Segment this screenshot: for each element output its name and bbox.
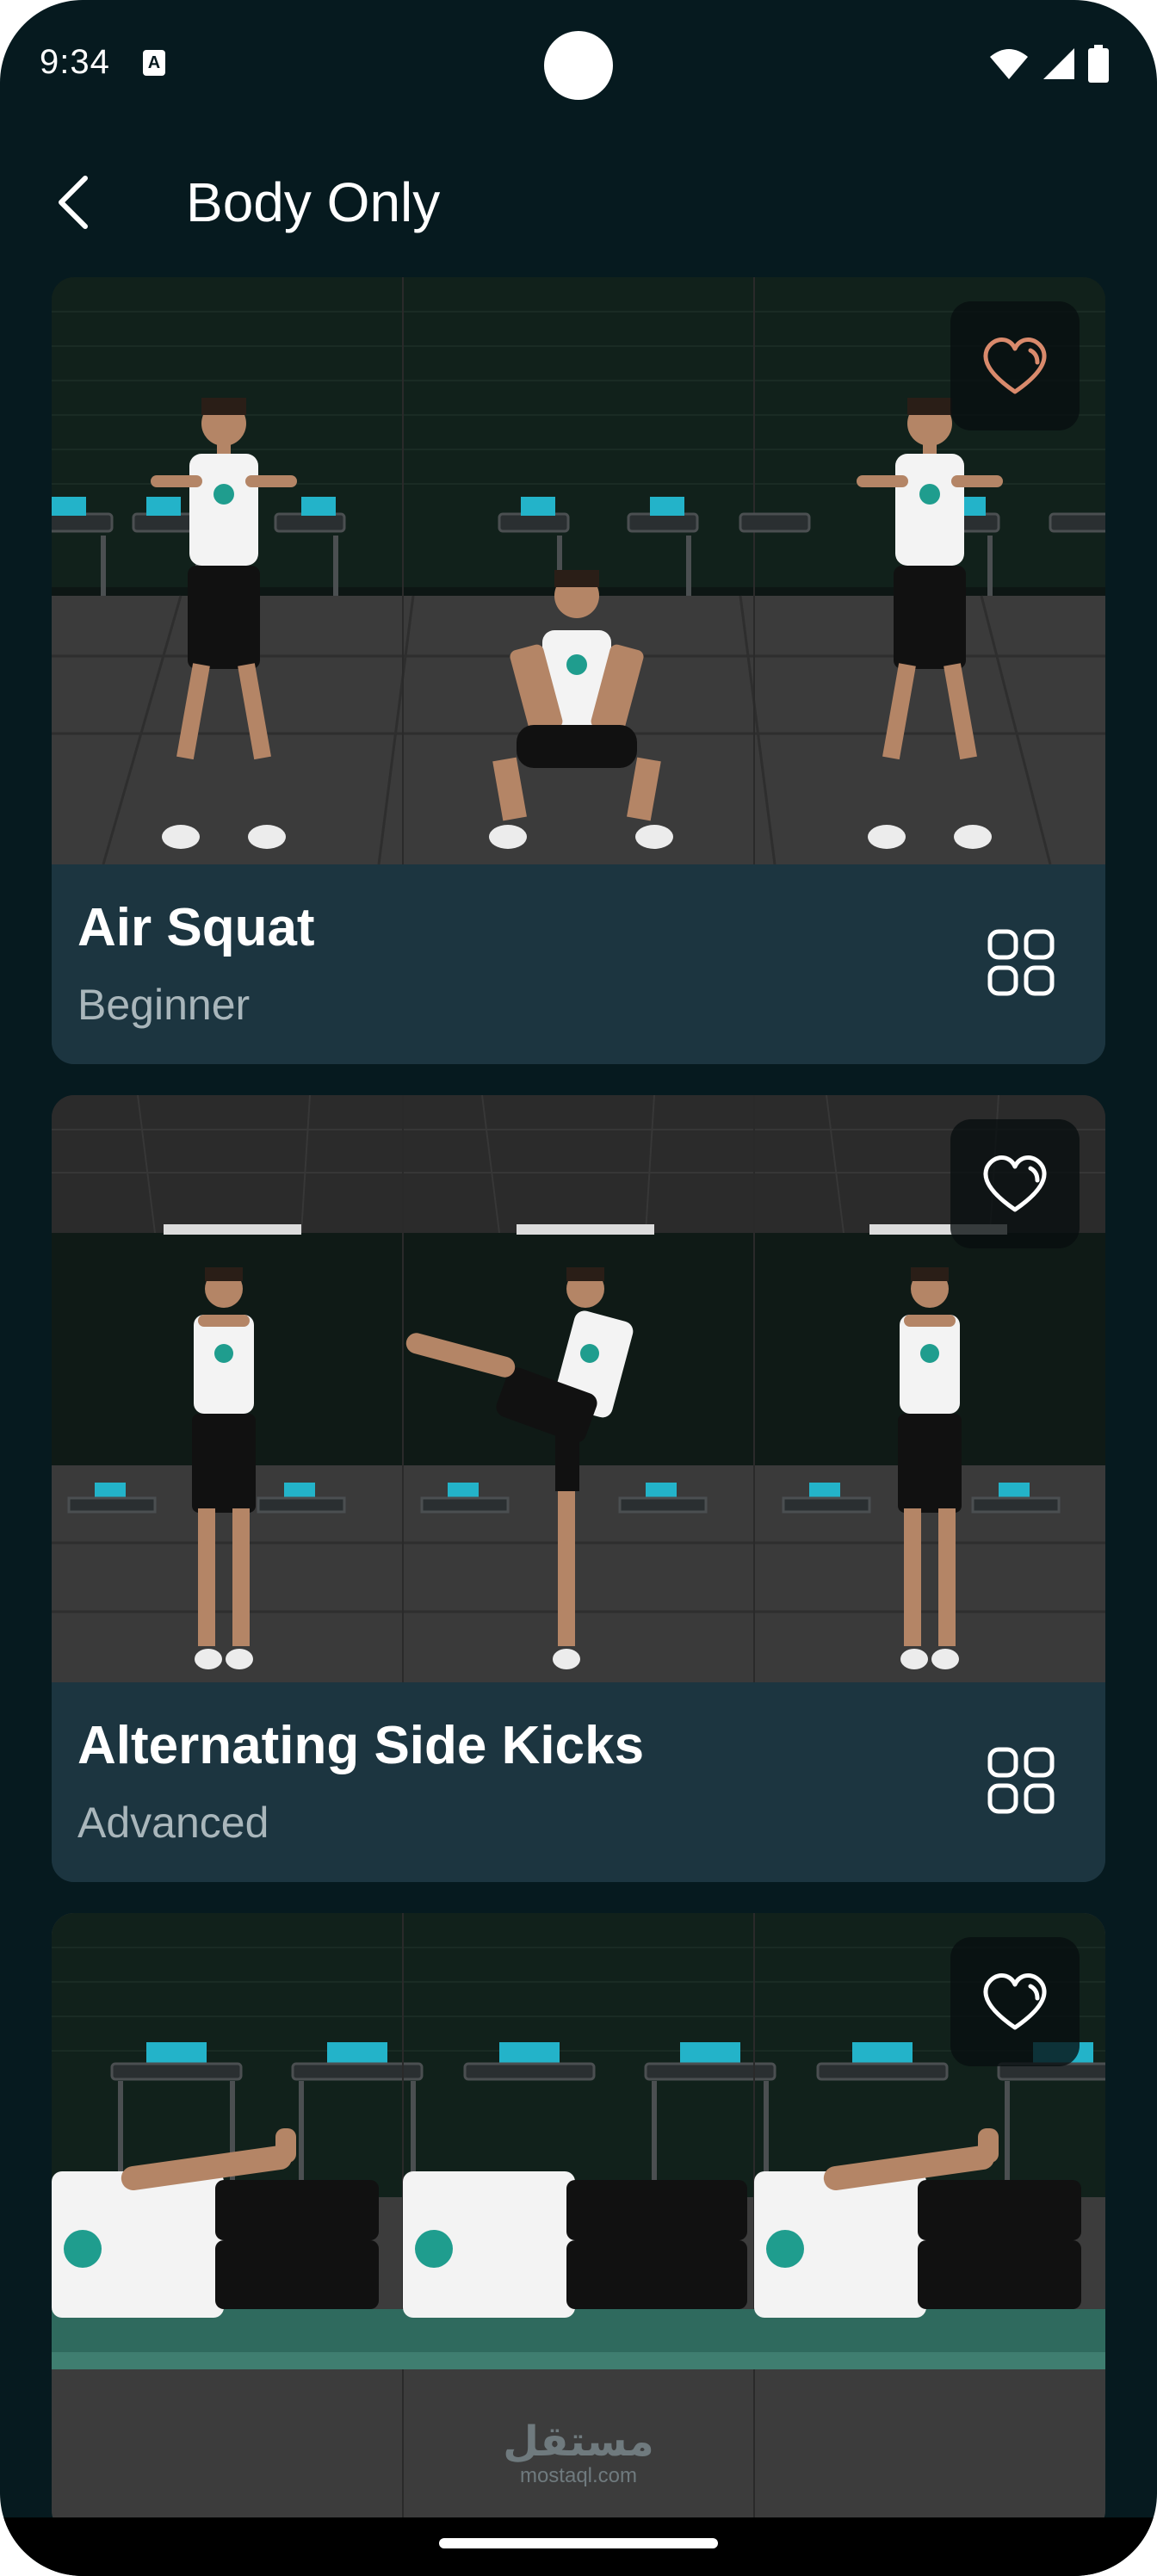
exercise-info: Alternating Side Kicks Advanced	[52, 1682, 1105, 1882]
exercise-preview-image	[52, 277, 1105, 864]
notification-icon: A	[143, 50, 165, 76]
exercise-card[interactable]: Alternating Side Kicks Advanced	[52, 1095, 1105, 1882]
heart-icon	[983, 1973, 1047, 2030]
exercise-name: Alternating Side Kicks	[77, 1716, 645, 1775]
exercise-level: Advanced	[77, 1799, 269, 1847]
camera-cutout	[544, 31, 613, 100]
back-button[interactable]	[43, 172, 103, 232]
status-icons	[988, 45, 1109, 83]
gym-scene-image	[52, 1095, 1105, 1682]
exercise-level: Beginner	[77, 981, 251, 1029]
phone-screen: 9:34 A Body Only Air Squat Beginner Alte…	[0, 0, 1157, 2576]
details-button[interactable]	[987, 928, 1055, 997]
status-time: 9:34	[40, 43, 110, 81]
heart-icon	[983, 337, 1047, 394]
grid-icon	[987, 929, 1055, 996]
exercise-preview-image	[52, 1095, 1105, 1682]
home-indicator[interactable]	[439, 2538, 718, 2548]
watermark-url: mostaql.com	[519, 2464, 638, 2487]
exercise-card[interactable]: Air Squat Beginner	[52, 277, 1105, 1064]
chevron-left-icon	[59, 176, 88, 229]
favorite-button[interactable]	[950, 1119, 1080, 1248]
exercise-name: Air Squat	[77, 898, 315, 957]
signal-icon	[1043, 48, 1074, 79]
watermark-logo: مستقل	[503, 2419, 654, 2465]
grid-icon	[987, 1747, 1055, 1814]
details-button[interactable]	[987, 1746, 1055, 1815]
page-title: Body Only	[186, 171, 441, 233]
favorite-button[interactable]	[950, 301, 1080, 430]
wifi-icon	[990, 49, 1028, 79]
heart-icon	[983, 1155, 1047, 1212]
favorite-button[interactable]	[950, 1937, 1080, 2066]
gym-scene-image	[52, 277, 1105, 864]
exercise-info: Air Squat Beginner	[52, 864, 1105, 1064]
app-bar: Body Only	[0, 146, 1157, 258]
status-bar: 9:34 A	[0, 0, 1157, 129]
battery-icon	[1088, 45, 1109, 83]
